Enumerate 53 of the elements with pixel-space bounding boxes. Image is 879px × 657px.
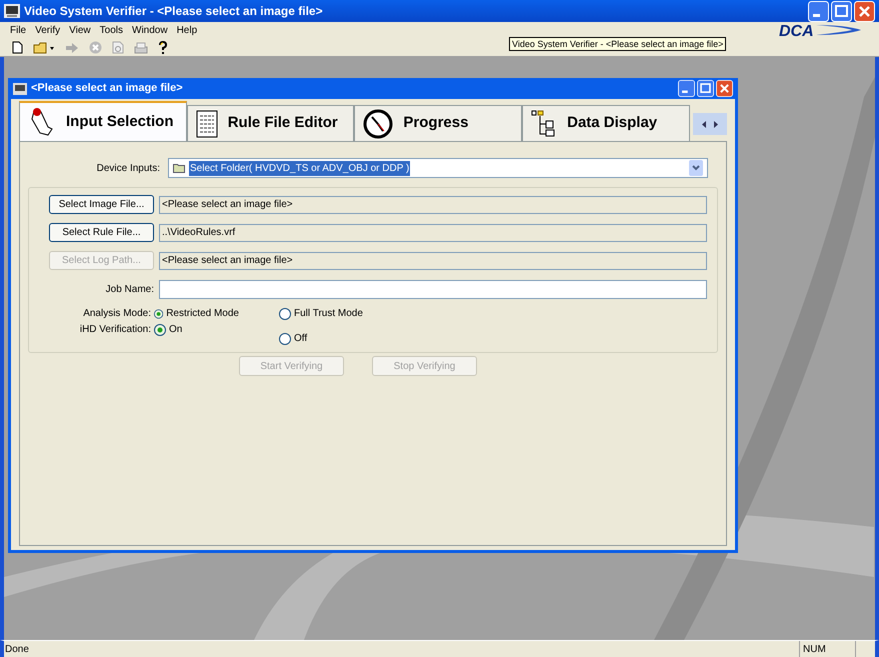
radio-icon[interactable] xyxy=(279,308,291,320)
job-name-field[interactable] xyxy=(159,280,707,299)
folder-icon xyxy=(173,163,185,173)
file-select-button[interactable]: Select Rule File... xyxy=(49,223,154,242)
tooltip: Video System Verifier - <Please select an image file> xyxy=(509,37,726,51)
scroll-left-icon[interactable] xyxy=(702,120,706,128)
scroll-right-icon[interactable] xyxy=(714,120,718,128)
radio-button[interactable]: Full Trust Mode xyxy=(279,306,363,322)
field-label: iHD Verification: xyxy=(78,323,152,337)
close-button[interactable] xyxy=(716,80,733,97)
radio-icon[interactable] xyxy=(279,333,291,345)
clock-icon xyxy=(363,108,394,138)
menu-item[interactable]: Window xyxy=(132,23,168,38)
document-list-icon xyxy=(196,110,218,138)
menu-item[interactable]: View xyxy=(69,23,91,38)
radio-button[interactable]: Off xyxy=(279,331,308,347)
close-button[interactable] xyxy=(854,0,875,22)
field-label: Device Inputs: xyxy=(96,162,160,176)
path-field: ..\VideoRules.vrf xyxy=(159,224,707,242)
field-label: Job Name: xyxy=(104,283,154,297)
tab[interactable]: Rule File Editor xyxy=(186,105,354,141)
menu-item[interactable]: File xyxy=(10,23,26,38)
file-select-button[interactable]: Select Image File... xyxy=(49,195,154,214)
window-icon xyxy=(13,82,27,94)
radio-icon[interactable] xyxy=(154,308,164,320)
menu-item[interactable]: Tools xyxy=(100,23,123,38)
swoosh-icon xyxy=(816,23,862,37)
logo-text: DCA xyxy=(779,23,814,41)
minimize-button[interactable] xyxy=(808,0,829,22)
tree-icon xyxy=(531,110,558,138)
maximize-button[interactable] xyxy=(697,80,714,97)
new-file-icon[interactable] xyxy=(12,41,23,54)
maximize-button[interactable] xyxy=(831,0,852,22)
open-folder-icon[interactable] xyxy=(33,42,55,54)
tab[interactable]: Progress xyxy=(354,105,522,141)
tab[interactable]: Input Selection xyxy=(19,101,187,141)
menu-item[interactable]: Verify xyxy=(35,23,60,38)
menu-item[interactable]: Help xyxy=(176,23,198,38)
status-text: Done xyxy=(4,642,30,656)
child-window-title: <Please select an image file> xyxy=(31,81,184,96)
field-label: Analysis Mode: xyxy=(82,307,152,321)
path-field: <Please select an image file> xyxy=(159,252,707,270)
app-icon xyxy=(4,4,20,18)
window-title: Video System Verifier - <Please select an image file> xyxy=(24,3,324,20)
path-field: <Please select an image file> xyxy=(159,196,707,214)
tab[interactable]: Data Display xyxy=(522,105,690,141)
radio-button[interactable]: On xyxy=(154,322,239,338)
minimize-button[interactable] xyxy=(678,80,695,97)
device-dropdown[interactable]: Select Folder( HVDVD_TS or ADV_OBJ or DDP ) xyxy=(168,158,708,178)
help-icon[interactable] xyxy=(158,40,168,55)
status-indicator: NUM xyxy=(799,641,855,657)
radio-button[interactable]: Restricted Mode xyxy=(154,306,239,322)
radio-icon[interactable] xyxy=(154,324,166,336)
